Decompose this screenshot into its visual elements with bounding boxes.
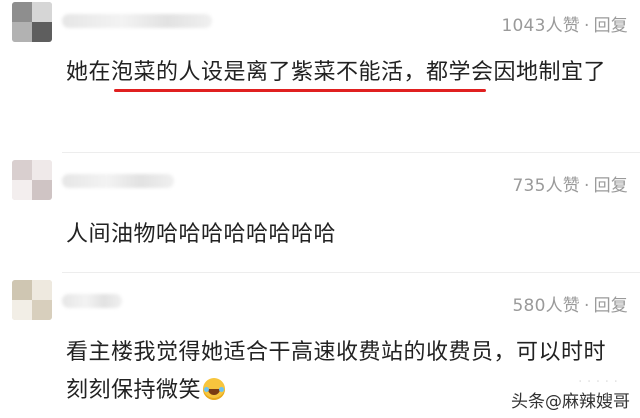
avatar[interactable]	[12, 2, 52, 42]
watermark: 头条@麻辣嫂哥	[511, 392, 630, 412]
highlight-underline	[114, 89, 486, 92]
divider	[62, 272, 640, 273]
like-count[interactable]: 580人赞	[513, 296, 580, 316]
avatar[interactable]	[12, 160, 52, 200]
comment-text: 人间油物哈哈哈哈哈哈哈哈	[66, 222, 337, 247]
username-blurred	[62, 294, 122, 308]
comment-text: 她在泡菜的人设是离了紫菜不能活，都学会因地制宜了	[66, 60, 607, 85]
reply-button[interactable]: 回复	[594, 16, 628, 36]
like-count[interactable]: 735人赞	[513, 176, 580, 196]
avatar[interactable]	[12, 280, 52, 320]
username-blurred	[62, 14, 212, 28]
comment-meta: 735人赞 · 回复	[512, 176, 628, 196]
comment-item: 735人赞 · 回复 人间油物哈哈哈哈哈哈哈哈	[0, 156, 640, 268]
reply-button[interactable]: 回复	[594, 176, 628, 196]
divider	[62, 152, 640, 153]
comment-item: 1043人赞 · 回复 她在泡菜的人设是离了紫菜不能活，都学会因地制宜了	[0, 0, 640, 148]
reply-button[interactable]: 回复	[594, 296, 628, 316]
comment-meta: 580人赞 · 回复	[512, 296, 628, 316]
tears-of-joy-emoji-icon	[203, 378, 226, 400]
username-blurred	[62, 174, 174, 188]
comment-meta: 1043人赞 · 回复	[501, 16, 628, 36]
like-count[interactable]: 1043人赞	[502, 16, 580, 36]
